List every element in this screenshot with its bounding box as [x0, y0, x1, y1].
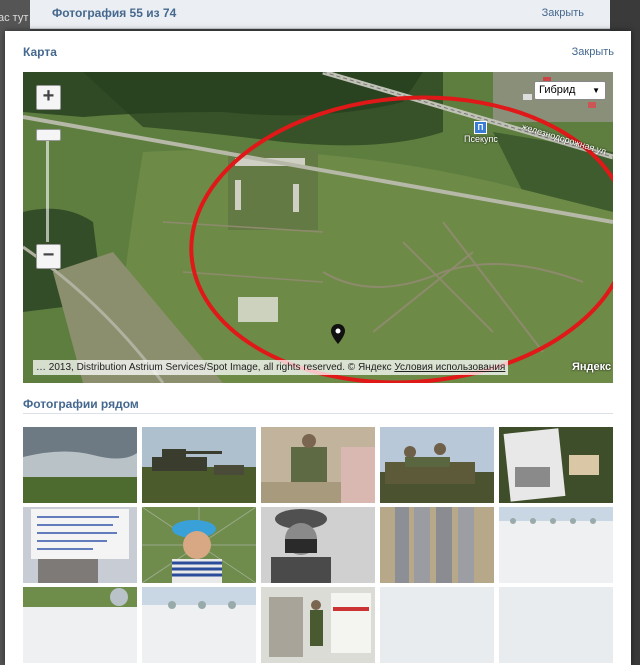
map-imagery	[23, 72, 613, 383]
photo-thumbnail[interactable]	[380, 427, 494, 503]
photo-thumbnail[interactable]	[261, 507, 375, 583]
section-divider	[23, 413, 613, 414]
zoom-slider-track[interactable]	[46, 134, 49, 242]
photo-thumbnail[interactable]	[380, 587, 494, 663]
dialog-close-link[interactable]: Закрыть	[572, 46, 614, 58]
photo-thumbnail[interactable]	[380, 507, 494, 583]
photo-thumbnail[interactable]	[23, 427, 137, 503]
copyright-text: … 2013, Distribution Astrium Services/Sp…	[36, 362, 392, 373]
photo-viewer-header: Фотография 55 из 74 Закрыть	[30, 0, 610, 29]
photo-thumbnail[interactable]	[261, 587, 375, 663]
map-layer-value: Гибрид	[539, 84, 576, 96]
photo-thumbnail[interactable]	[23, 587, 137, 663]
photo-thumbnail[interactable]	[142, 507, 256, 583]
yandex-logo[interactable]: Яндекс	[572, 361, 611, 373]
photo-counter: Фотография 55 из 74	[52, 6, 177, 20]
nearby-photos-title: Фотографии рядом	[23, 397, 139, 411]
terms-of-use-link[interactable]: Условия использования	[394, 362, 505, 373]
station-label: Псекупс	[464, 134, 498, 144]
dialog-title: Карта	[23, 45, 57, 59]
photo-thumbnail[interactable]	[23, 507, 137, 583]
photo-viewer-close-link[interactable]: Закрыть	[542, 7, 584, 19]
background-text-fragment: ас тут	[0, 12, 29, 24]
zoom-slider-handle[interactable]	[36, 129, 61, 141]
photo-thumbnail[interactable]	[499, 427, 613, 503]
photo-thumbnail[interactable]	[499, 507, 613, 583]
map-dialog: Карта Закрыть + − Гибрид ▼ П Псекупс жел…	[5, 31, 631, 665]
zoom-in-button[interactable]: +	[36, 85, 61, 110]
map-layer-select[interactable]: Гибрид ▼	[534, 81, 606, 100]
photo-thumbnail[interactable]	[142, 427, 256, 503]
map-pin-icon[interactable]	[331, 324, 345, 344]
dropdown-arrow-icon: ▼	[592, 86, 600, 95]
zoom-out-button[interactable]: −	[36, 244, 61, 269]
satellite-map[interactable]: + − Гибрид ▼ П Псекупс железнодорожная у…	[23, 72, 613, 383]
railway-station-icon: П	[474, 121, 487, 134]
photo-thumbnail[interactable]	[142, 587, 256, 663]
photo-thumbnail[interactable]	[499, 587, 613, 663]
map-copyright: … 2013, Distribution Astrium Services/Sp…	[33, 360, 509, 375]
photo-thumbnail[interactable]	[261, 427, 375, 503]
